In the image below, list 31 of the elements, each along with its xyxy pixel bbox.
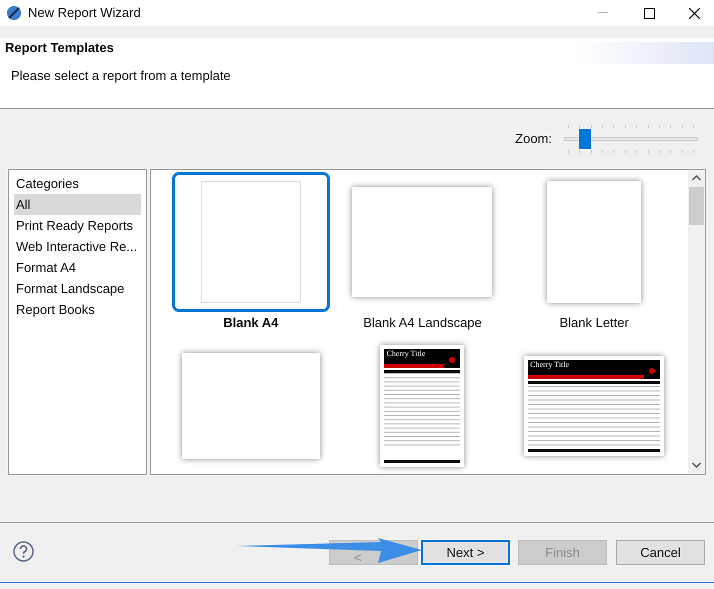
category-item[interactable]: Format A4 (14, 257, 141, 278)
close-icon[interactable] (689, 8, 700, 18)
category-item[interactable]: All (14, 194, 141, 215)
scroll-up-icon[interactable] (692, 175, 701, 181)
window-title: New Report Wizard (28, 4, 141, 22)
maximize-icon[interactable] (644, 8, 655, 18)
scrollbar[interactable] (688, 170, 705, 474)
template-label: Blank A4 Landscape (363, 314, 482, 332)
categories-heading: Categories (15, 175, 80, 193)
template-label: Blank A4 (223, 314, 278, 332)
zoom-label: Zoom: (515, 130, 552, 148)
template-item[interactable] (172, 172, 330, 312)
category-item[interactable]: Report Books (14, 299, 141, 320)
zoom-slider[interactable] (564, 125, 698, 153)
scrollbar-thumb[interactable] (689, 187, 704, 225)
page-description: Please select a report from a template (10, 66, 232, 85)
template-item[interactable]: Cherry Title (515, 337, 674, 474)
thumbnail-title: Cherry Title (386, 349, 426, 359)
scroll-down-icon[interactable] (692, 462, 701, 468)
template-label: Blank Letter (559, 314, 629, 332)
app-icon (6, 5, 22, 21)
category-item[interactable]: Web Interactive Re... (14, 236, 141, 257)
wizard-button[interactable]: Cancel (616, 540, 705, 565)
slider-thumb[interactable] (579, 129, 591, 149)
category-item[interactable]: Print Ready Reports (14, 215, 141, 236)
category-item[interactable]: Format Landscape (14, 278, 141, 299)
page-title: Report Templates (5, 39, 114, 57)
thumbnail-title: Cherry Title (530, 360, 570, 370)
wizard-button[interactable]: Next > (421, 540, 510, 565)
template-item[interactable]: Cherry Title (343, 337, 502, 474)
help-icon[interactable] (13, 541, 34, 562)
